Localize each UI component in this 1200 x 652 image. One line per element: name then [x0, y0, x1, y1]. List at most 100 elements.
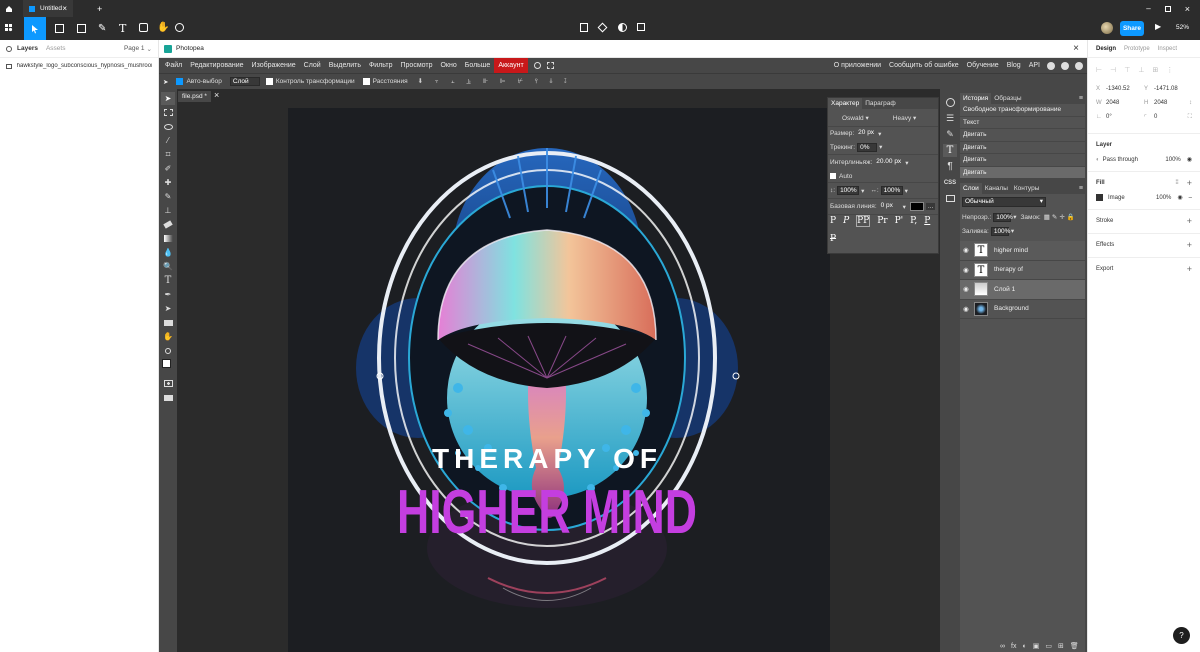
present-icon[interactable]: ▶ — [1155, 22, 1161, 31]
quick-mask-icon[interactable] — [161, 377, 175, 390]
group-folder-icon[interactable]: ▭ — [1045, 642, 1052, 650]
menu-account[interactable]: Аккаунт — [494, 58, 528, 73]
tab-swatches[interactable]: Образцы — [991, 93, 1024, 104]
panel-menu-icon[interactable]: ≡ — [1079, 95, 1083, 102]
facebook-icon[interactable] — [1075, 61, 1083, 70]
height-field[interactable]: 2048 — [1154, 100, 1167, 106]
tab-paragraph[interactable]: Параграф — [862, 98, 898, 109]
menu-report-bug[interactable]: Сообщить об ошибке — [885, 58, 963, 73]
lasso-tool-icon[interactable] — [161, 120, 175, 133]
distribute-icon[interactable]: ⋮ — [1166, 66, 1173, 74]
screen-mode-icon[interactable] — [161, 391, 175, 404]
menu-layer[interactable]: Слой — [300, 58, 325, 73]
add-stroke-icon[interactable]: + — [1187, 217, 1192, 226]
superscript-button[interactable]: P' — [895, 216, 904, 226]
mask-icon[interactable]: ▣ — [1033, 642, 1040, 650]
font-family-select[interactable]: Oswald ▾ — [842, 114, 869, 122]
history-item[interactable]: Двигать — [960, 129, 1085, 142]
tab-channels[interactable]: Каналы — [982, 183, 1011, 194]
new-tab-icon[interactable]: + — [97, 4, 102, 14]
tab-character[interactable]: Характер — [828, 98, 863, 109]
tab-layers[interactable]: Слои — [960, 183, 982, 194]
history-item[interactable]: Текст — [960, 117, 1085, 129]
doc-tab[interactable]: file.psd * — [178, 91, 211, 102]
menu-more[interactable]: Больше — [461, 58, 495, 73]
zoom-tool-icon[interactable] — [161, 344, 175, 357]
crop-icon[interactable] — [580, 23, 588, 32]
image-canvas[interactable]: THERAPY OF HIGHER MIND — [288, 108, 830, 652]
autoselect-checkbox[interactable] — [176, 78, 184, 85]
tab-inspect[interactable]: Inspect — [1158, 46, 1177, 52]
menu-learn[interactable]: Обучение — [963, 58, 1003, 73]
panel-menu-icon[interactable]: ≡ — [1079, 185, 1083, 192]
leading-field[interactable]: 20.00 px — [874, 158, 903, 167]
rotation-field[interactable]: 0° — [1106, 114, 1144, 120]
layer-opacity-field[interactable]: 100% — [1165, 157, 1180, 163]
twitter-icon[interactable] — [1061, 61, 1069, 70]
align-icons[interactable]: ⬇ ⫟ ⫠ ⫡ ⊪ ⊫ ⊬ ⫯ ⫰ ⫱ — [418, 77, 572, 86]
eye-icon[interactable]: ◉ — [963, 266, 971, 274]
layer-row[interactable]: ◉ Слой 1 — [960, 280, 1085, 300]
maximize-icon[interactable] — [1164, 5, 1171, 12]
eye-icon[interactable]: ◉ — [1187, 156, 1192, 163]
close-plugin-icon[interactable]: × — [1073, 43, 1079, 54]
fill-field[interactable]: 100% — [990, 226, 1010, 236]
layer-row[interactable]: ◉ Background — [960, 299, 1085, 319]
page-selector[interactable]: Page 1 — [124, 45, 145, 52]
history-item[interactable]: Двигать — [960, 154, 1085, 167]
menu-window[interactable]: Окно — [436, 58, 460, 73]
properties-icon[interactable]: ☰ — [943, 112, 957, 125]
move-tool-button[interactable] — [24, 17, 46, 40]
constrain-proportions-icon[interactable]: ↕ — [1189, 100, 1192, 106]
dodge-tool-icon[interactable]: 🔍 — [161, 260, 175, 273]
gradient-tool-icon[interactable] — [161, 232, 175, 245]
file-tab[interactable]: Untitled × — [23, 0, 73, 17]
eraser-tool-icon[interactable] — [161, 218, 175, 231]
styles-icon[interactable]: ⁞⁞ — [1175, 180, 1178, 186]
pen-tool-icon[interactable]: ✎ — [98, 23, 106, 34]
move-tool-icon[interactable]: ➤ — [161, 92, 175, 105]
align-top-icon[interactable]: ⊥ — [1138, 66, 1144, 74]
small-caps-button[interactable]: Pr — [877, 216, 887, 226]
home-icon[interactable] — [0, 0, 17, 17]
text-tool-icon[interactable]: T — [119, 22, 126, 35]
path-select-icon[interactable]: ➤ — [161, 302, 175, 315]
align-left-icon[interactable]: ⊢ — [1096, 66, 1102, 74]
more-options-button[interactable]: ... — [925, 203, 936, 210]
fullscreen-icon[interactable] — [546, 62, 554, 69]
add-export-icon[interactable]: + — [1187, 265, 1192, 274]
lock-icons[interactable]: ▦✎✛🔒 — [1044, 213, 1077, 221]
add-fill-icon[interactable]: + — [1187, 179, 1192, 188]
tab-paths[interactable]: Контуры — [1011, 183, 1043, 194]
transform-checkbox[interactable] — [265, 78, 273, 85]
independent-corners-icon[interactable]: ⛶ — [1188, 114, 1192, 121]
search-icon[interactable] — [6, 45, 12, 52]
align-center-icon[interactable]: ⊣ — [1110, 66, 1116, 74]
stamp-tool-icon[interactable]: ⊥ — [161, 204, 175, 217]
font-weight-select[interactable]: Heavy ▾ — [893, 114, 917, 122]
adjustment-icon[interactable]: ◐ — [1022, 643, 1026, 650]
tab-design[interactable]: Design — [1096, 46, 1116, 52]
layer-effects-icon[interactable]: fx — [1011, 643, 1016, 650]
contrast-icon[interactable] — [618, 23, 627, 32]
menu-select[interactable]: Выделить — [325, 58, 365, 73]
main-menu-icon[interactable] — [4, 23, 14, 33]
layer-row[interactable]: ◉ T higher mind — [960, 241, 1085, 261]
link-layers-icon[interactable]: ∞ — [1000, 643, 1005, 650]
faux-bold-button[interactable]: P — [830, 216, 836, 226]
crop-tool-icon[interactable] — [637, 23, 645, 31]
layer-mode-select[interactable]: Слой — [229, 77, 260, 86]
distances-checkbox[interactable] — [362, 78, 370, 85]
comment-icon[interactable] — [175, 23, 184, 32]
eye-icon[interactable]: ◉ — [1177, 194, 1182, 201]
auto-leading-checkbox[interactable] — [830, 173, 836, 179]
add-effect-icon[interactable]: + — [1187, 241, 1192, 250]
eye-icon[interactable]: ◉ — [963, 305, 971, 313]
shape-tool-icon[interactable] — [77, 24, 86, 33]
pen-tool-icon[interactable]: ✒ — [161, 288, 175, 301]
rectangle-tool-icon[interactable] — [161, 316, 175, 329]
menu-about[interactable]: О приложении — [830, 58, 885, 73]
info-icon[interactable] — [943, 96, 957, 109]
align-middle-icon[interactable]: ⊞ — [1152, 66, 1158, 74]
share-button[interactable]: Share — [1120, 21, 1144, 36]
